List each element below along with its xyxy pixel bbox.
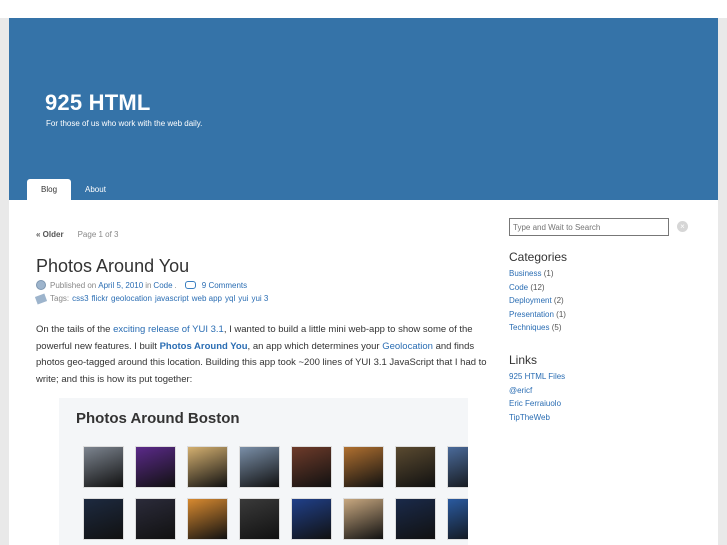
category-link-business[interactable]: Business bbox=[509, 269, 541, 278]
comment-icon bbox=[184, 281, 196, 289]
link-925-html-files[interactable]: 925 HTML Files bbox=[509, 372, 565, 381]
photo-thumbnail[interactable] bbox=[187, 446, 228, 488]
main-nav: Blog About bbox=[27, 179, 120, 200]
site-header: 925 HTML For those of us who work with t… bbox=[9, 18, 718, 200]
site-title[interactable]: 925 HTML bbox=[45, 90, 151, 116]
comments-link[interactable]: 9 Comments bbox=[202, 281, 247, 290]
category-link[interactable]: Code bbox=[153, 281, 172, 290]
photo-thumbnail[interactable] bbox=[187, 498, 228, 540]
pager: « Older Page 1 of 3 bbox=[36, 230, 119, 239]
page-info: Page 1 of 3 bbox=[77, 230, 119, 239]
categories-list: Business (1) Code (12) Deployment (2) Pr… bbox=[509, 267, 566, 335]
tags-label: Tags: bbox=[50, 294, 70, 303]
photos-around-you-link[interactable]: Photos Around You bbox=[160, 341, 248, 352]
category-link-deployment[interactable]: Deployment bbox=[509, 296, 552, 305]
links-heading: Links bbox=[509, 353, 538, 367]
photo-thumbnail[interactable] bbox=[343, 498, 384, 540]
link-item: TipTheWeb bbox=[509, 411, 565, 425]
category-count: (12) bbox=[530, 282, 545, 292]
category-link-techniques[interactable]: Techniques bbox=[509, 323, 549, 332]
tag-link[interactable]: flickr bbox=[92, 294, 108, 303]
link-tiptheweb[interactable]: TipTheWeb bbox=[509, 413, 550, 422]
category-item: Deployment (2) bbox=[509, 294, 566, 308]
link-item: @ericf bbox=[509, 384, 565, 398]
tag-link[interactable]: javascript bbox=[155, 294, 189, 303]
photo-thumbnail[interactable] bbox=[135, 446, 176, 488]
site-description: For those of us who work with the web da… bbox=[46, 119, 203, 128]
link-item: Eric Ferraiuolo bbox=[509, 397, 565, 411]
post-title[interactable]: Photos Around You bbox=[36, 256, 189, 277]
link-ericf[interactable]: @ericf bbox=[509, 386, 532, 395]
tag-link[interactable]: web app bbox=[192, 294, 222, 303]
post-body: On the tails of the exciting release of … bbox=[36, 322, 491, 388]
category-link-presentation[interactable]: Presentation bbox=[509, 310, 554, 319]
post-meta: Published on April 5, 2010 in Code . 9 C… bbox=[36, 280, 249, 290]
tag-link[interactable]: geolocation bbox=[111, 294, 152, 303]
tag-link[interactable]: yui bbox=[238, 294, 248, 303]
category-count: (1) bbox=[543, 269, 554, 278]
older-link[interactable]: « Older bbox=[36, 230, 64, 239]
category-count: (2) bbox=[553, 296, 564, 306]
photo-thumbnail[interactable] bbox=[395, 446, 436, 488]
geolocation-link[interactable]: Geolocation bbox=[382, 341, 433, 352]
category-link-code[interactable]: Code bbox=[509, 283, 528, 292]
tag-link[interactable]: yui 3 bbox=[251, 294, 268, 303]
clock-icon bbox=[36, 280, 46, 290]
post-date-link[interactable]: April 5, 2010 bbox=[98, 281, 143, 290]
photo-thumbnail[interactable] bbox=[135, 498, 176, 540]
published-prefix: Published on bbox=[50, 280, 97, 290]
category-count: (1) bbox=[556, 309, 566, 319]
tag-link[interactable]: css3 bbox=[72, 294, 88, 303]
category-item: Code (12) bbox=[509, 281, 566, 295]
page-wrapper: 925 HTML For those of us who work with t… bbox=[9, 18, 718, 545]
links-list: 925 HTML Files @ericf Eric Ferraiuolo Ti… bbox=[509, 370, 565, 424]
tag-link[interactable]: yql bbox=[225, 294, 235, 303]
body-text: On the tails of the bbox=[36, 324, 111, 335]
search-input[interactable] bbox=[509, 218, 669, 236]
photo-thumbnail[interactable] bbox=[239, 498, 280, 540]
photo-thumbnail[interactable] bbox=[395, 498, 436, 540]
photo-thumbnail[interactable] bbox=[291, 446, 332, 488]
photo-thumbnail[interactable] bbox=[83, 446, 124, 488]
figure-title: Photos Around Boston bbox=[76, 410, 240, 427]
tab-blog[interactable]: Blog bbox=[27, 179, 72, 200]
categories-heading: Categories bbox=[509, 250, 568, 264]
photo-thumbnail[interactable] bbox=[291, 498, 332, 540]
photo-thumbnail[interactable] bbox=[447, 446, 468, 488]
tag-icon bbox=[34, 293, 48, 304]
photo-thumbnail[interactable] bbox=[239, 446, 280, 488]
photo-thumbnail[interactable] bbox=[447, 498, 468, 540]
meta-period: . bbox=[174, 280, 177, 290]
tab-about[interactable]: About bbox=[71, 179, 120, 200]
body-text: , an app which determines your bbox=[247, 340, 380, 352]
clear-search-icon[interactable]: × bbox=[677, 221, 688, 232]
browser-top-strip bbox=[0, 0, 727, 18]
category-item: Business (1) bbox=[509, 267, 566, 281]
category-item: Techniques (5) bbox=[509, 321, 566, 335]
photo-thumbnail[interactable] bbox=[343, 446, 384, 488]
photo-thumbnail[interactable] bbox=[83, 498, 124, 540]
link-item: 925 HTML Files bbox=[509, 370, 565, 384]
link-eric-ferraiuolo[interactable]: Eric Ferraiuolo bbox=[509, 399, 561, 408]
category-count: (5) bbox=[551, 323, 562, 333]
post-tags: Tags: css3 flickr geolocation javascript… bbox=[34, 293, 268, 304]
yui-release-link[interactable]: exciting release of YUI 3.1 bbox=[113, 324, 224, 335]
in-word: in bbox=[145, 280, 152, 290]
app-screenshot: Photos Around Boston bbox=[59, 398, 468, 545]
category-item: Presentation (1) bbox=[509, 308, 566, 322]
